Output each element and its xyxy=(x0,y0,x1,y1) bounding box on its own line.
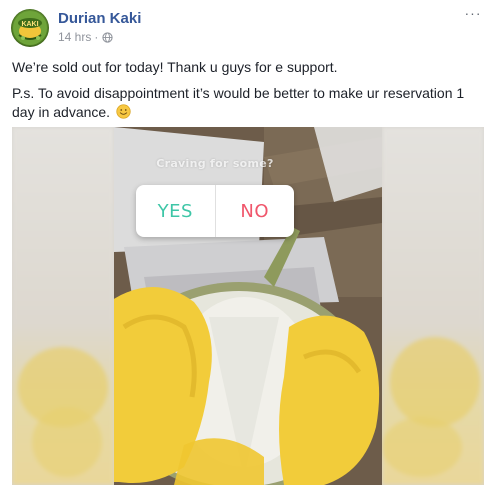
smiling-face-emoji-icon xyxy=(116,104,131,119)
durian-logo-icon: KAKI xyxy=(13,11,47,45)
poll-sticker: YES NO xyxy=(136,185,294,237)
video-frame[interactable] xyxy=(114,127,382,485)
ellipsis-icon: ··· xyxy=(464,5,482,21)
post-text-line-2: P.s. To avoid disappointment it’s would … xyxy=(12,85,465,120)
post-meta: 14 hrs · xyxy=(58,30,113,44)
page-name-link[interactable]: Durian Kaki xyxy=(58,10,141,27)
poll-no-option[interactable]: NO xyxy=(216,185,295,237)
video-blur-right xyxy=(382,127,484,485)
globe-icon[interactable] xyxy=(102,31,113,43)
post-video[interactable]: Craving for some? YES NO xyxy=(12,127,484,485)
meta-separator: · xyxy=(94,30,99,44)
poll-yes-option[interactable]: YES xyxy=(136,185,216,237)
more-options-button[interactable]: ··· xyxy=(462,5,484,21)
durian-photo-image xyxy=(114,127,382,485)
poll-question: Craving for some? xyxy=(156,157,274,170)
post-text-line-1: We’re sold out for today! Thank u guys f… xyxy=(12,59,338,75)
post-timestamp[interactable]: 14 hrs xyxy=(58,30,91,44)
video-blur-left xyxy=(12,127,114,485)
avatar-logo-text: KAKI xyxy=(21,21,38,28)
page-avatar[interactable]: KAKI xyxy=(11,9,49,47)
post-text-paragraph-2: P.s. To avoid disappointment it’s would … xyxy=(12,84,482,122)
facebook-post: KAKI Durian Kaki 14 hrs · ··· We’re sold… xyxy=(0,0,496,487)
